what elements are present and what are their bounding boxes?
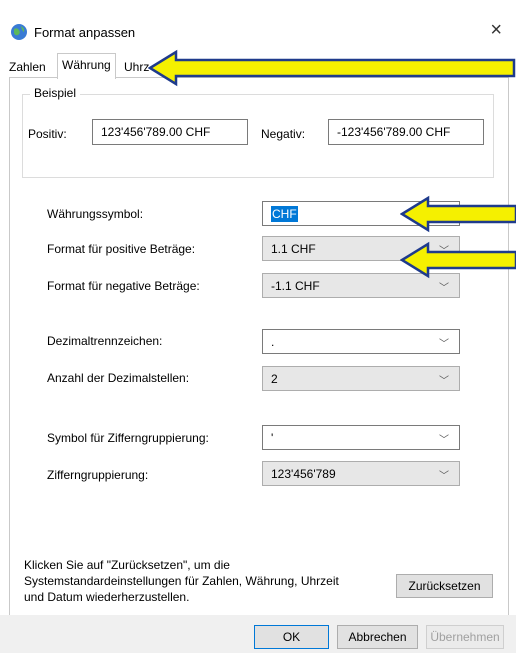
title-bar: Format anpassen × — [0, 0, 516, 44]
group-symbol-value: ' — [271, 431, 274, 445]
chevron-down-icon: ﹀ — [439, 376, 449, 387]
window-title: Format anpassen — [34, 25, 136, 40]
globe-icon — [11, 24, 27, 40]
apply-button: Übernehmen — [426, 625, 504, 649]
grouping-value: 123'456'789 — [271, 467, 336, 481]
negative-format-label: Format für negative Beträge: — [47, 279, 200, 293]
decimal-places-value: 2 — [271, 372, 278, 386]
chevron-down-icon: ﹀ — [439, 471, 449, 482]
ok-button[interactable]: OK — [254, 625, 329, 649]
arrow-left-icon — [400, 195, 516, 233]
chevron-down-icon: ﹀ — [439, 283, 449, 294]
example-group-label: Beispiel — [30, 86, 81, 100]
grouping-select[interactable]: 123'456'789 ﹀ — [262, 461, 460, 486]
arrow-left-icon — [148, 49, 516, 87]
positive-format-value: 1.1 CHF — [271, 242, 316, 256]
decimal-places-label: Anzahl der Dezimalstellen: — [47, 371, 190, 385]
reset-line-3: und Datum wiederherzustellen. — [24, 590, 190, 604]
reset-description: Klicken Sie auf "Zurücksetzen", um die S… — [24, 557, 339, 605]
currency-symbol-value: CHF — [271, 206, 298, 222]
tab-waehrung[interactable]: Währung — [57, 53, 116, 79]
positive-format-label: Format für positive Beträge: — [47, 242, 196, 256]
reset-line-1: Klicken Sie auf "Zurücksetzen", um die — [24, 558, 230, 572]
currency-symbol-label: Währungssymbol: — [47, 207, 144, 221]
negative-format-value: -1.1 CHF — [271, 279, 320, 293]
negative-example-field: -123'456'789.00 CHF — [328, 119, 484, 145]
reset-button[interactable]: Zurücksetzen — [396, 574, 493, 598]
positive-example-label: Positiv: — [28, 127, 67, 141]
tab-zahlen[interactable]: Zahlen — [5, 57, 50, 77]
decimal-separator-label: Dezimaltrennzeichen: — [47, 334, 163, 348]
decimal-places-select[interactable]: 2 ﹀ — [262, 366, 460, 391]
chevron-down-icon: ﹀ — [439, 435, 449, 446]
decimal-separator-select[interactable]: . ﹀ — [262, 329, 460, 354]
group-symbol-select[interactable]: ' ﹀ — [262, 425, 460, 450]
cancel-button[interactable]: Abbrechen — [337, 625, 418, 649]
positive-example-field: 123'456'789.00 CHF — [92, 119, 248, 145]
negative-example-label: Negativ: — [261, 127, 306, 141]
close-icon[interactable]: × — [490, 19, 502, 42]
chevron-down-icon: ﹀ — [439, 339, 449, 350]
grouping-label: Zifferngruppierung: — [47, 468, 149, 482]
group-symbol-label: Symbol für Zifferngruppierung: — [47, 431, 209, 445]
arrow-left-icon — [400, 241, 516, 279]
decimal-separator-value: . — [271, 335, 275, 349]
reset-line-2: Systemstandardeinstellungen für Zahlen, … — [24, 574, 339, 588]
